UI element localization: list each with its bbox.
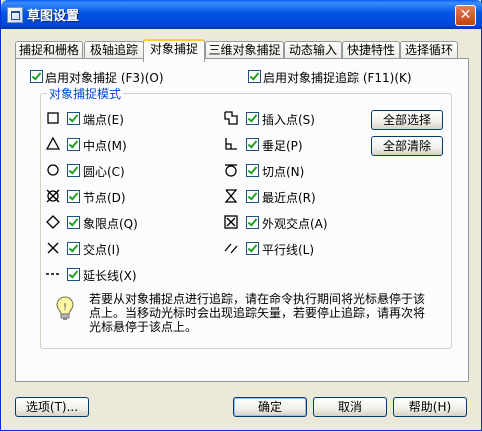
apparent-intersection-checkbox[interactable] [246, 216, 259, 229]
tab-3d-object-snap[interactable]: 三维对象捕捉 [205, 41, 284, 59]
perpendicular-label[interactable]: 垂足(P) [262, 137, 303, 154]
tab-dynamic-input[interactable]: 动态输入 [284, 41, 342, 59]
parallel-icon [224, 243, 238, 254]
parallel-label[interactable]: 平行线(L) [262, 241, 314, 258]
tab-snap-grid[interactable]: 捕捉和栅格 [15, 41, 83, 59]
enable-tracking-checkbox[interactable] [248, 70, 261, 83]
lightbulb-icon: ! [56, 296, 74, 320]
enable-snap-checkbox[interactable] [30, 70, 43, 83]
endpoint-label[interactable]: 端点(E) [83, 111, 124, 128]
quadrant-icon [46, 215, 60, 229]
midpoint-icon [45, 136, 61, 150]
tangent-icon [225, 164, 237, 177]
group-title: 对象捕捉模式 [47, 85, 124, 102]
perpendicular-icon [225, 138, 237, 150]
parallel-checkbox[interactable] [246, 242, 259, 255]
nearest-icon [224, 189, 238, 203]
midpoint-checkbox[interactable] [67, 138, 80, 151]
perpendicular-checkbox[interactable] [246, 138, 259, 151]
tangent-label[interactable]: 切点(N) [262, 163, 304, 180]
extension-icon [46, 273, 59, 275]
tab-polar-tracking[interactable]: 极轴追踪 [84, 41, 144, 59]
midpoint-label[interactable]: 中点(M) [83, 137, 127, 154]
title-bar[interactable]: 草图设置 ✕ [1, 0, 482, 29]
enable-tracking-label[interactable]: 启用对象捕捉追踪 (F11)(K) [263, 69, 412, 86]
quadrant-label[interactable]: 象限点(Q) [83, 215, 138, 232]
quadrant-checkbox[interactable] [67, 216, 80, 229]
tab-object-snap[interactable]: 对象捕捉 [143, 39, 205, 62]
insertion-checkbox[interactable] [246, 112, 259, 125]
object-snap-panel: 启用对象捕捉 (F3)(O) 启用对象捕捉追踪 (F11)(K) 对象捕捉模式 … [15, 58, 469, 382]
nearest-label[interactable]: 最近点(R) [262, 189, 316, 206]
nearest-checkbox[interactable] [246, 190, 259, 203]
extension-label[interactable]: 延长线(X) [83, 267, 137, 284]
node-label[interactable]: 节点(D) [83, 189, 126, 206]
clear-all-button[interactable]: 全部清除 [371, 136, 443, 156]
insertion-icon [224, 111, 238, 125]
select-all-button[interactable]: 全部选择 [371, 110, 443, 130]
enable-snap-label[interactable]: 启用对象捕捉 (F3)(O) [45, 69, 164, 86]
apparent-intersection-label[interactable]: 外观交点(A) [262, 215, 328, 232]
intersection-checkbox[interactable] [67, 242, 80, 255]
insertion-label[interactable]: 插入点(S) [262, 111, 315, 128]
center-label[interactable]: 圆心(C) [83, 163, 125, 180]
center-icon [47, 164, 59, 176]
tab-quick-properties[interactable]: 快捷特性 [342, 41, 400, 59]
tangent-checkbox[interactable] [246, 164, 259, 177]
help-button[interactable]: 帮助(H) [393, 397, 467, 417]
close-icon: ✕ [459, 7, 472, 23]
extension-checkbox[interactable] [67, 268, 80, 281]
info-text: 若要从对象捕捉点进行追踪，请在命令执行期间将光标悬停于该点上。当移动光标时会出现… [89, 292, 426, 334]
apparent-intersection-icon [224, 215, 238, 229]
endpoint-checkbox[interactable] [67, 112, 80, 125]
svg-text:!: ! [63, 302, 67, 313]
ok-button[interactable]: 确定 [233, 397, 307, 417]
intersection-icon [47, 242, 59, 254]
options-button[interactable]: 选项(T)... [15, 397, 89, 417]
intersection-label[interactable]: 交点(I) [83, 241, 120, 258]
center-checkbox[interactable] [67, 164, 80, 177]
app-icon [7, 7, 23, 23]
window-title: 草图设置 [27, 9, 80, 24]
cancel-button[interactable]: 取消 [313, 397, 387, 417]
node-checkbox[interactable] [67, 190, 80, 203]
node-icon [46, 189, 60, 203]
dialog-window: 草图设置 ✕ 捕捉和栅格 极轴追踪 对象捕捉 三维对象捕捉 动态输入 快捷特性 … [0, 0, 482, 431]
endpoint-icon [47, 112, 59, 124]
close-button[interactable]: ✕ [455, 5, 476, 26]
tab-selection-cycling[interactable]: 选择循环 [400, 41, 458, 59]
